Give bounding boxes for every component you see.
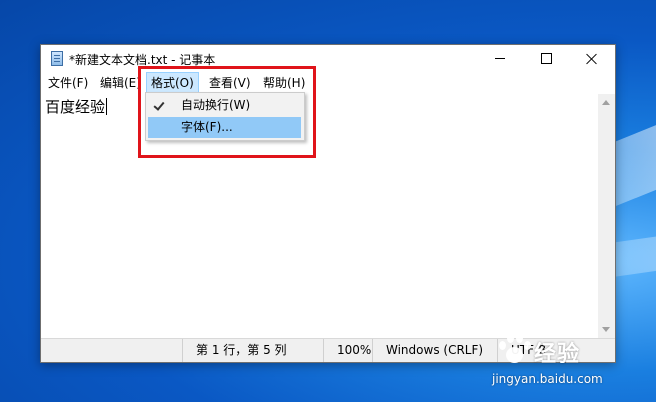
- menu-file[interactable]: 文件(F): [44, 72, 92, 94]
- editor-content: 百度经验: [45, 96, 108, 117]
- notepad-icon: [51, 51, 63, 66]
- status-line-ending: Windows (CRLF): [372, 339, 506, 362]
- text-editor[interactable]: 百度经验: [41, 94, 598, 338]
- minimize-button[interactable]: [477, 45, 523, 72]
- title-bar[interactable]: *新建文本文档.txt - 记事本: [41, 45, 615, 72]
- status-cursor-position: 第 1 行，第 5 列: [182, 339, 333, 362]
- vertical-scrollbar[interactable]: [598, 94, 615, 338]
- maximize-icon: [540, 53, 552, 64]
- paw-logo-icon: [496, 332, 532, 366]
- text-caret: [106, 98, 108, 115]
- highlight-annotation: [138, 66, 316, 158]
- close-button[interactable]: [569, 45, 615, 72]
- baidu-jingyan-watermark: 经验 jingyan.baidu.com: [490, 328, 650, 388]
- watermark-brand: 经验: [534, 342, 581, 367]
- minimize-icon: [495, 58, 505, 59]
- close-icon: [586, 53, 598, 65]
- scroll-up-icon[interactable]: [602, 100, 610, 105]
- watermark-url: jingyan.baidu.com: [492, 372, 603, 386]
- editor-text: 百度经验: [45, 98, 106, 116]
- notepad-window: *新建文本文档.txt - 记事本 文件(F) 编辑(E) 格式(O) 查看(V…: [40, 44, 616, 363]
- maximize-button[interactable]: [523, 45, 569, 72]
- menu-bar: 文件(F) 编辑(E) 格式(O) 查看(V) 帮助(H): [41, 72, 615, 94]
